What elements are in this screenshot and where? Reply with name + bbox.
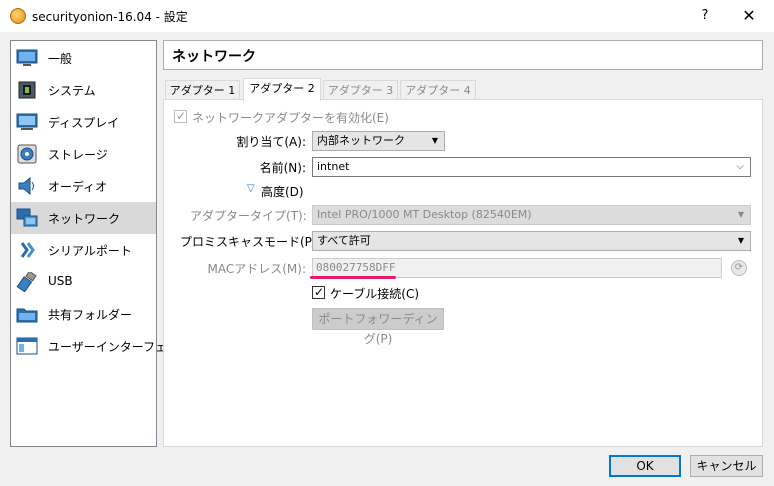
tab-adapter-1[interactable]: アダプター 1	[165, 80, 240, 100]
mac-address-label: MACアドレス(M):	[207, 262, 307, 276]
speaker-icon	[18, 176, 34, 196]
sidebar-item-label: オーディオ	[48, 180, 108, 194]
sidebar-item-label: USB	[48, 274, 73, 288]
sidebar-item-label: ネットワーク	[48, 212, 121, 226]
virtualbox-icon	[10, 8, 26, 24]
serial-port-icon	[20, 242, 35, 258]
refresh-mac-icon[interactable]: ⟳	[731, 260, 747, 276]
sidebar-item-shared-folders[interactable]: 共有フォルダー	[11, 298, 156, 330]
ui-icon	[16, 337, 38, 355]
annotation-underline	[310, 276, 396, 279]
dropdown-arrow-icon: ▼	[737, 236, 744, 245]
sidebar-item-usb[interactable]: USB	[11, 266, 156, 298]
sidebar-item-user-interface[interactable]: ユーザーインターフェース	[11, 330, 190, 362]
adapter-type-label: アダプタータイプ(T):	[190, 209, 307, 223]
checkmark-icon: ✓	[176, 109, 187, 123]
expand-triangle-icon[interactable]: ▽	[247, 183, 255, 194]
chip-icon	[18, 81, 36, 99]
adapter-type-value: Intel PRO/1000 MT Desktop (82540EM)	[317, 208, 532, 221]
sidebar-item-system[interactable]: システム	[11, 74, 156, 106]
name-label: 名前(N):	[259, 161, 306, 175]
usb-icon	[16, 272, 37, 292]
dropdown-arrow-icon: ▼	[737, 210, 744, 219]
folder-icon	[16, 308, 38, 323]
settings-sidebar: 一般 システム ディスプレイ ストレージ オーディオ ネットワーク シリアルポー…	[10, 40, 190, 447]
attached-to-value: 内部ネットワーク	[317, 134, 405, 147]
promiscuous-mode-label: プロミスキャスモード(P):	[180, 235, 321, 249]
monitor-icon	[16, 49, 38, 66]
cable-connected-label: ケーブル接続(C)	[330, 287, 420, 301]
advanced-toggle[interactable]: 高度(D)	[261, 183, 304, 200]
name-value: intnet	[317, 160, 350, 173]
sidebar-item-label: 共有フォルダー	[48, 308, 133, 322]
adapter-type-select[interactable]: Intel PRO/1000 MT Desktop (82540EM) ▼	[312, 205, 751, 225]
mac-address-field[interactable]: 080027758DFF	[312, 258, 722, 278]
window-title: securityonion-16.04 - 設定	[32, 10, 188, 24]
dropdown-arrow-icon: ▼	[431, 136, 438, 145]
promiscuous-mode-value: すべて許可	[317, 234, 371, 247]
port-forwarding-button[interactable]: ポートフォワーディング(P)	[312, 308, 444, 346]
sidebar-item-label: ストレージ	[48, 148, 108, 162]
tab-adapter-4[interactable]: アダプター 4	[400, 80, 476, 100]
enable-adapter-label: ネットワークアダプターを有効化(E)	[192, 111, 389, 125]
close-button[interactable]: ✕	[734, 4, 764, 28]
attached-to-select[interactable]: 内部ネットワーク ▼	[312, 131, 445, 151]
sidebar-item-label: 一般	[48, 52, 73, 66]
promiscuous-mode-select[interactable]: すべて許可 ▼	[312, 231, 751, 251]
sidebar-item-network[interactable]: ネットワーク	[11, 202, 156, 234]
sidebar-item-display[interactable]: ディスプレイ	[11, 106, 156, 138]
checkmark-icon: ✓	[314, 285, 325, 299]
tab-adapter-2[interactable]: アダプター 2	[243, 78, 321, 101]
disk-icon	[17, 144, 37, 164]
sidebar-item-label: システム	[48, 84, 96, 98]
display-icon	[16, 113, 38, 130]
sidebar-item-storage[interactable]: ストレージ	[11, 138, 156, 170]
cancel-button[interactable]: キャンセル	[690, 455, 763, 477]
help-button[interactable]: ?	[690, 4, 720, 28]
enable-adapter-checkbox[interactable]: ✓	[174, 109, 187, 123]
ok-button[interactable]: OK	[609, 455, 681, 477]
network-icon	[16, 208, 38, 227]
sidebar-item-general[interactable]: 一般	[11, 42, 156, 74]
page-title: ネットワーク	[172, 49, 256, 65]
attached-to-label: 割り当て(A):	[236, 135, 306, 149]
chevron-down-icon: ⌵	[736, 161, 744, 172]
name-combo[interactable]: intnet ⌵	[312, 157, 751, 177]
sidebar-item-audio[interactable]: オーディオ	[11, 170, 156, 202]
sidebar-item-label: ディスプレイ	[48, 116, 120, 130]
sidebar-item-label: シリアルポート	[48, 244, 132, 258]
tab-adapter-3[interactable]: アダプター 3	[323, 80, 398, 100]
sidebar-item-serial-port[interactable]: シリアルポート	[11, 234, 156, 266]
cable-connected-checkbox[interactable]: ✓	[312, 285, 325, 299]
